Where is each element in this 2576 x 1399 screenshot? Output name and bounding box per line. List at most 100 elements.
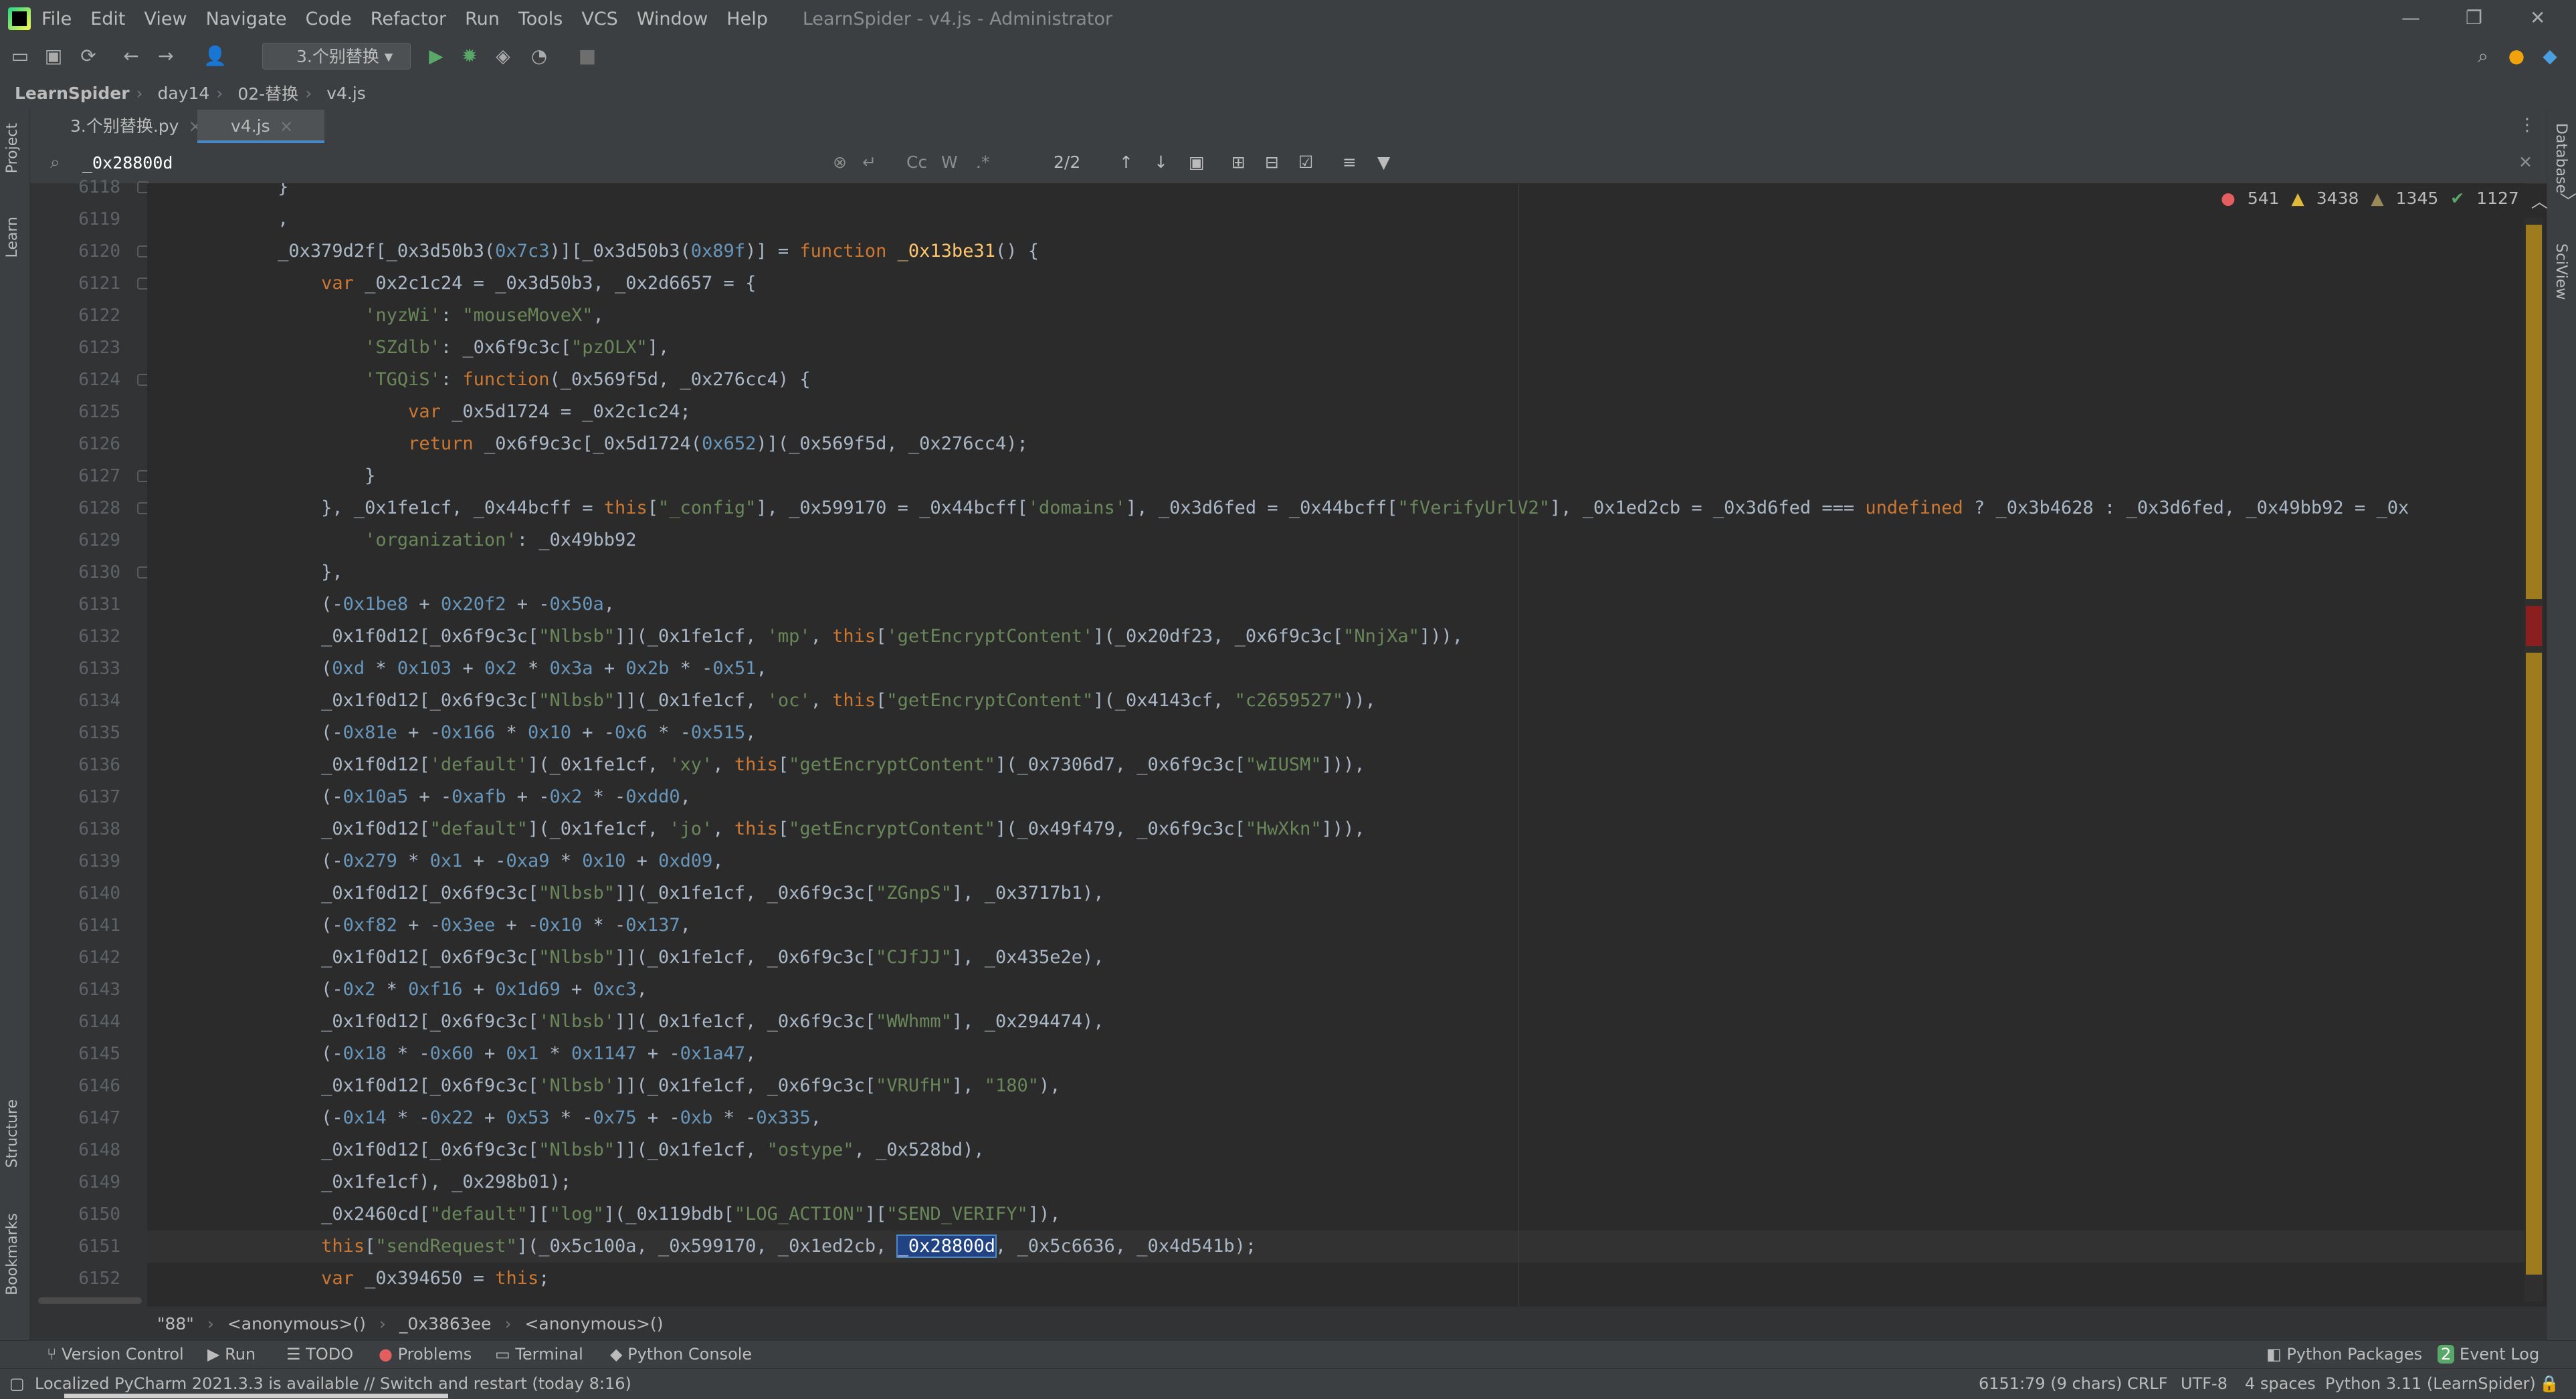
- open-folder-icon[interactable]: ▭: [9, 45, 31, 67]
- problems-tool-button[interactable]: ● Problems: [379, 1345, 472, 1364]
- code-line[interactable]: 'nyzWi': "mouseMoveX",: [147, 300, 2524, 332]
- code-line[interactable]: (-0x279 * 0x1 + -0xa9 * 0x10 + 0xd09,: [147, 845, 2524, 877]
- code-line[interactable]: _0x1f0d12[_0x6f9c3c['Nlbsb']](_0x1fe1cf,…: [147, 1006, 2524, 1038]
- filter-settings-icon[interactable]: ≡: [1343, 152, 1357, 172]
- previous-occurrence-icon[interactable]: ↑: [1119, 152, 1133, 172]
- code-line[interactable]: var _0x394650 = this;: [147, 1263, 2524, 1295]
- project-tool-button[interactable]: Project: [4, 123, 21, 173]
- code-line[interactable]: _0x2460cd["default"]["log"](_0x119bdb["L…: [147, 1198, 2524, 1230]
- add-selection-icon[interactable]: ⊞: [1231, 152, 1246, 172]
- menu-help[interactable]: Help: [726, 9, 768, 29]
- menu-tools[interactable]: Tools: [518, 9, 563, 29]
- code-line[interactable]: _0x1f0d12['default'](_0x1fe1cf, 'xy', th…: [147, 749, 2524, 781]
- file-encoding[interactable]: UTF-8: [2181, 1374, 2227, 1393]
- code-line[interactable]: var _0x2c1c24 = _0x3d50b3, _0x2d6657 = {: [147, 267, 2524, 300]
- inspection-widget[interactable]: ● 541 ▲ 3438 ▲ 1345 ✔ 1127 ︿ ﹀: [2221, 189, 2576, 215]
- save-icon[interactable]: ▣: [43, 45, 64, 67]
- update-icon[interactable]: ●: [2506, 45, 2527, 67]
- code-line[interactable]: _0x1f0d12[_0x6f9c3c["Nlbsb"]](_0x1fe1cf,…: [147, 685, 2524, 717]
- status-message[interactable]: Localized PyCharm 2021.3.3 is available …: [35, 1374, 631, 1393]
- code-line[interactable]: }, _0x1fe1cf, _0x44bcff = this["_config"…: [147, 492, 2524, 524]
- menu-run[interactable]: Run: [465, 9, 500, 29]
- database-tool-button[interactable]: Database: [2553, 123, 2569, 193]
- new-line-icon[interactable]: ↵: [862, 152, 876, 172]
- crumb-string[interactable]: "88": [157, 1314, 194, 1333]
- code-editor[interactable]: } , _0x379d2f[_0x3d50b3(0x7c3)][_0x3d50b…: [147, 183, 2524, 1307]
- code-line[interactable]: 'organization': _0x49bb92: [147, 524, 2524, 556]
- code-line[interactable]: _0x1f0d12[_0x6f9c3c["Nlbsb"]](_0x1fe1cf,…: [147, 621, 2524, 653]
- code-line[interactable]: _0x1f0d12[_0x6f9c3c["Nlbsb"]](_0x1fe1cf,…: [147, 942, 2524, 974]
- terminal-tool-button[interactable]: ▭ Terminal: [495, 1345, 583, 1364]
- filter-icon[interactable]: ▼: [1377, 152, 1390, 172]
- code-line[interactable]: _0x1f0d12[_0x6f9c3c["Nlbsb"]](_0x1fe1cf,…: [147, 877, 2524, 909]
- code-line[interactable]: (-0x14 * -0x22 + 0x53 * -0x75 + -0xb * -…: [147, 1102, 2524, 1134]
- crumb-project[interactable]: LearnSpider: [15, 84, 130, 103]
- code-line[interactable]: (-0x2 * 0xf16 + 0x1d69 + 0xc3,: [147, 974, 2524, 1006]
- code-line[interactable]: _0x1f0d12[_0x6f9c3c['Nlbsb']](_0x1fe1cf,…: [147, 1070, 2524, 1102]
- todo-tool-button[interactable]: ☰ TODO: [286, 1345, 353, 1364]
- remove-selection-icon[interactable]: ⊟: [1265, 152, 1279, 172]
- code-line[interactable]: (-0xf82 + -0x3ee + -0x10 * -0x137,: [147, 909, 2524, 942]
- line-separator[interactable]: CRLF: [2127, 1374, 2168, 1393]
- search-everywhere-icon[interactable]: ⌕: [2472, 45, 2494, 67]
- debug-icon[interactable]: ✹: [459, 45, 480, 67]
- code-line[interactable]: },: [147, 556, 2524, 588]
- close-tab-icon[interactable]: ×: [280, 116, 294, 136]
- code-line[interactable]: _0x1f0d12["default"](_0x1fe1cf, 'jo', th…: [147, 813, 2524, 845]
- python-packages-button[interactable]: ◧ Python Packages: [2266, 1345, 2422, 1364]
- whole-words-toggle[interactable]: W: [941, 152, 958, 172]
- code-line[interactable]: }: [147, 460, 2524, 492]
- crumb-day14[interactable]: day14: [158, 84, 210, 103]
- code-line[interactable]: _0x1f0d12[_0x6f9c3c["Nlbsb"]](_0x1fe1cf,…: [147, 1134, 2524, 1166]
- structure-tool-button[interactable]: Structure: [4, 1099, 21, 1168]
- menu-navigate[interactable]: Navigate: [206, 9, 287, 29]
- minimize-icon[interactable]: —: [2401, 7, 2420, 29]
- sync-icon[interactable]: ⟳: [78, 45, 99, 67]
- clear-search-icon[interactable]: ⊗: [833, 152, 847, 172]
- back-icon[interactable]: ←: [120, 45, 142, 67]
- error-stripe[interactable]: [2524, 218, 2543, 1301]
- code-line[interactable]: (0xd * 0x103 + 0x2 * 0x3a + 0x2b * -0x51…: [147, 653, 2524, 685]
- code-line[interactable]: 'SZdlb': _0x6f9c3c["pzOLX"],: [147, 332, 2524, 364]
- code-line[interactable]: _0x1fe1cf), _0x298b01);: [147, 1166, 2524, 1198]
- python-console-button[interactable]: ◆ Python Console: [610, 1345, 752, 1364]
- code-line[interactable]: (-0x18 * -0x60 + 0x1 * 0x1147 + -0x1a47,: [147, 1038, 2524, 1070]
- code-line[interactable]: }: [147, 183, 2524, 203]
- crumb-file[interactable]: v4.js: [326, 84, 366, 103]
- next-highlight-icon[interactable]: ﹀: [2560, 189, 2576, 215]
- match-case-toggle[interactable]: Cc: [906, 152, 927, 172]
- caret-position[interactable]: 6151:79 (9 chars): [1979, 1374, 2122, 1393]
- status-toggle-icon[interactable]: ▢: [9, 1374, 25, 1393]
- menu-refactor[interactable]: Refactor: [371, 9, 446, 29]
- stop-icon[interactable]: ■: [577, 45, 598, 67]
- sciview-tool-button[interactable]: SciView: [2553, 243, 2569, 300]
- lock-icon[interactable]: 🔒: [2539, 1374, 2559, 1393]
- tab-v4-js[interactable]: v4.js ×: [197, 110, 324, 143]
- code-line[interactable]: 'TGQiS': function(_0x569f5d, _0x276cc4) …: [147, 364, 2524, 396]
- code-line[interactable]: (-0x81e + -0x166 * 0x10 + -0x6 * -0x515,: [147, 717, 2524, 749]
- select-all-occurrences-icon[interactable]: ▣: [1189, 152, 1205, 172]
- code-line[interactable]: _0x379d2f[_0x3d50b3(0x7c3)][_0x3d50b3(0x…: [147, 235, 2524, 267]
- code-line[interactable]: return _0x6f9c3c[_0x5d1724(0x652)](_0x56…: [147, 428, 2524, 460]
- version-control-button[interactable]: ⑂ Version Control: [47, 1345, 184, 1364]
- crumb-anon-fn[interactable]: <anonymous>(): [524, 1314, 663, 1333]
- coverage-icon[interactable]: ◈: [492, 45, 514, 67]
- select-all-icon[interactable]: ☑: [1298, 152, 1313, 172]
- run-icon[interactable]: ▶: [425, 45, 447, 67]
- regex-toggle[interactable]: .*: [976, 152, 989, 172]
- python-interpreter[interactable]: Python 3.11 (LearnSpider): [2325, 1374, 2536, 1393]
- code-line[interactable]: (-0x10a5 + -0xafb + -0x2 * -0xdd0,: [147, 781, 2524, 813]
- menu-view[interactable]: View: [144, 9, 187, 29]
- code-line[interactable]: var _0x5d1724 = _0x2c1c24;: [147, 396, 2524, 428]
- code-line[interactable]: (-0x1be8 + 0x20f2 + -0x50a,: [147, 588, 2524, 621]
- user-icon[interactable]: 👤: [203, 45, 227, 67]
- crumb-func[interactable]: _0x3863ee: [399, 1314, 492, 1333]
- code-line[interactable]: this["sendRequest"](_0x5c100a, _0x599170…: [147, 1230, 2524, 1263]
- menu-vcs[interactable]: VCS: [581, 9, 617, 29]
- restore-icon[interactable]: ❐: [2466, 7, 2482, 29]
- plugin-icon[interactable]: ◆: [2539, 45, 2561, 67]
- close-window-icon[interactable]: ✕: [2530, 7, 2545, 29]
- run-config-select[interactable]: 3.个别替换 ▾: [262, 43, 411, 70]
- close-find-icon[interactable]: ✕: [2518, 152, 2533, 172]
- horizontal-scrollbar[interactable]: [38, 1297, 142, 1304]
